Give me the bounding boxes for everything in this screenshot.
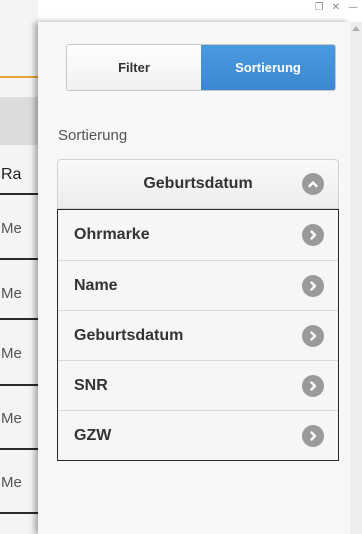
sort-option-label: Name (74, 277, 118, 294)
background-row-separator (0, 193, 38, 195)
background-table-cell: Me (1, 345, 22, 362)
sort-option-label: Geburtsdatum (74, 327, 184, 344)
chevron-right-icon (302, 224, 324, 246)
panel-scrollbar[interactable] (350, 22, 362, 534)
sort-select-value: Geburtsdatum (143, 175, 253, 192)
chevron-right-icon (302, 325, 324, 347)
background-row-separator (0, 318, 38, 320)
background-row-separator (0, 448, 38, 450)
sort-option-geburtsdatum[interactable]: Geburtsdatum (58, 310, 338, 360)
tab-sortierung[interactable]: Sortierung (201, 45, 335, 90)
background-table-cell: Me (1, 220, 22, 237)
sort-option-label: GZW (74, 427, 112, 444)
sort-option-gzw[interactable]: GZW (58, 410, 338, 460)
sort-filter-panel: Filter Sortierung Sortierung Geburtsdatu… (38, 22, 350, 534)
close-icon[interactable]: ✕ (332, 3, 340, 13)
panel-tabs: Filter Sortierung (66, 44, 336, 91)
chevron-up-icon[interactable] (302, 173, 324, 195)
sort-option-name[interactable]: Name (58, 260, 338, 310)
background-table-cell: Me (1, 285, 22, 302)
background-accent-line (0, 76, 38, 78)
sort-option-ohrmarke[interactable]: Ohrmarke (58, 210, 338, 260)
app-root: Ra Me Me Me Me Me ❐ ✕ — Filter Sortierun… (0, 0, 362, 534)
background-header-band (0, 97, 38, 145)
background-row-separator (0, 258, 38, 260)
background-row-separator (0, 512, 38, 514)
tab-filter[interactable]: Filter (67, 45, 201, 90)
background-table-cell: Me (1, 474, 22, 491)
chevron-right-icon (302, 275, 324, 297)
sort-option-label: SNR (74, 377, 108, 394)
window-controls: ❐ ✕ — (315, 0, 362, 16)
background-table-header: Ra (1, 166, 22, 183)
sort-options-list: Ohrmarke Name Geburtsdatum SNR GZW (57, 209, 339, 461)
chevron-right-icon (302, 425, 324, 447)
background-page (0, 0, 38, 534)
background-table-cell: Me (1, 410, 22, 427)
background-row-separator (0, 384, 38, 386)
sort-select[interactable]: Geburtsdatum (57, 159, 339, 209)
sort-option-label: Ohrmarke (74, 226, 150, 243)
minimize-icon[interactable]: — (348, 3, 358, 13)
sort-section-label: Sortierung (58, 127, 128, 144)
chevron-right-icon (302, 375, 324, 397)
scroll-up-arrow-icon[interactable] (352, 26, 360, 31)
restore-icon[interactable]: ❐ (315, 3, 324, 13)
sort-option-snr[interactable]: SNR (58, 360, 338, 410)
